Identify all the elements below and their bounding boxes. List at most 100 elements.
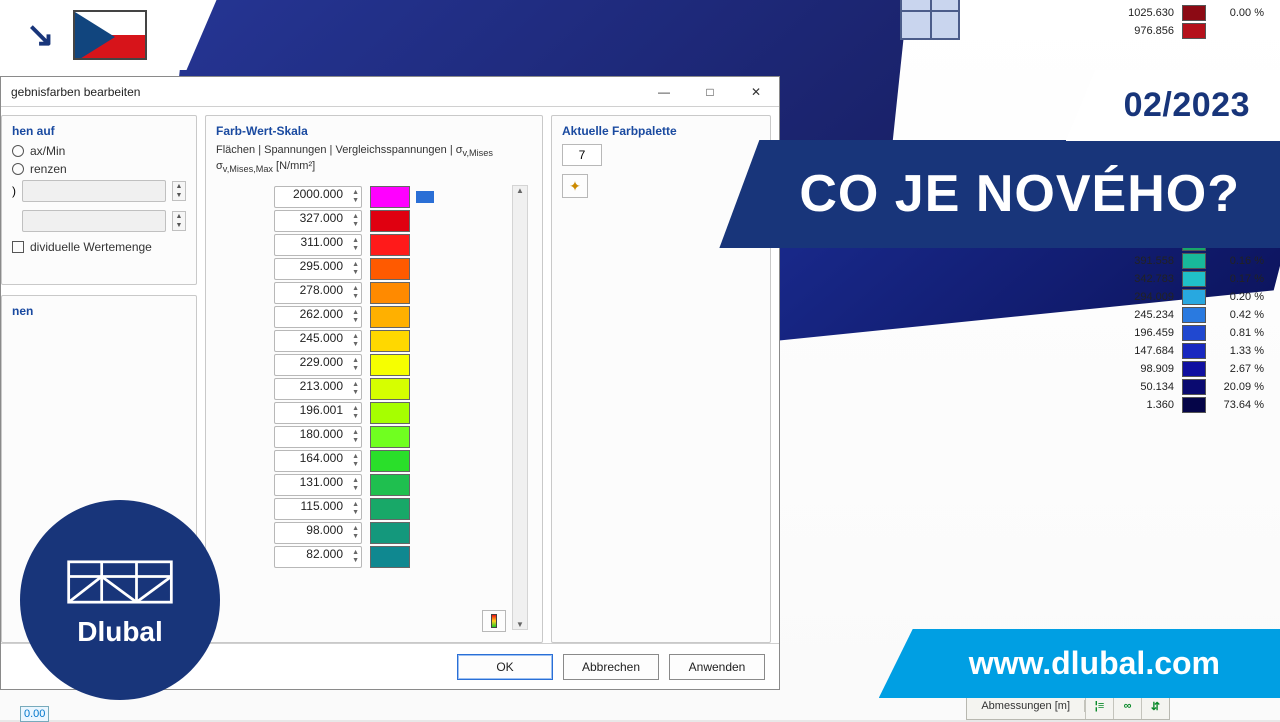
legend-row: 1.36073.64 % — [1034, 396, 1264, 414]
color-swatch[interactable] — [370, 498, 410, 520]
scale-row: 196.001▲▼ — [274, 401, 474, 425]
scale-row: 278.000▲▼ — [274, 281, 474, 305]
spinner-arrows[interactable]: ▲▼ — [347, 476, 359, 494]
scale-value-input[interactable]: 262.000▲▼ — [274, 306, 362, 328]
color-swatch[interactable] — [370, 378, 410, 400]
scale-row: 245.000▲▼ — [274, 329, 474, 353]
scale-value-input[interactable]: 295.000▲▼ — [274, 258, 362, 280]
legend-percent: 0.00 % — [1214, 7, 1264, 19]
scale-value-input[interactable]: 180.000▲▼ — [274, 426, 362, 448]
legend-row: 98.9092.67 % — [1034, 360, 1264, 378]
legend-swatch — [1182, 23, 1206, 39]
legend-value: 245.234 — [1104, 309, 1174, 321]
scale-value-input[interactable]: 82.000▲▼ — [274, 546, 362, 568]
legend-percent: 0.42 % — [1214, 309, 1264, 321]
legend-row: 1025.6300.00 % — [1034, 4, 1264, 22]
color-swatch[interactable] — [370, 186, 410, 208]
spinner-arrows[interactable]: ▲▼ — [347, 428, 359, 446]
scale-value-input[interactable]: 115.000▲▼ — [274, 498, 362, 520]
scale-row: 213.000▲▼ — [274, 377, 474, 401]
checkbox-individual-values[interactable]: dividuelle Wertemenge — [12, 240, 186, 254]
legend-swatch — [1182, 325, 1206, 341]
color-swatch[interactable] — [370, 234, 410, 256]
legend-row: 342.7830.17 % — [1034, 270, 1264, 288]
scale-tool-button[interactable] — [482, 610, 506, 632]
window-maximize-button[interactable]: □ — [687, 77, 733, 107]
color-swatch[interactable] — [370, 546, 410, 568]
radio-grenzen[interactable]: renzen — [12, 162, 186, 176]
scale-cursor-icon — [416, 191, 434, 203]
legend-row: 147.6841.33 % — [1034, 342, 1264, 360]
scale-value-input[interactable]: 311.000▲▼ — [274, 234, 362, 256]
scale-row: 131.000▲▼ — [274, 473, 474, 497]
color-value-scale-panel: Farb-Wert-Skala Flächen | Spannungen | V… — [205, 115, 543, 643]
spinner-arrows[interactable]: ▲▼ — [172, 181, 186, 201]
spinner-arrows[interactable]: ▲▼ — [347, 260, 359, 278]
spinner-arrows[interactable]: ▲▼ — [347, 284, 359, 302]
color-swatch[interactable] — [370, 522, 410, 544]
color-swatch[interactable] — [370, 282, 410, 304]
spinner-arrows[interactable]: ▲▼ — [347, 332, 359, 350]
new-palette-button[interactable]: ✦ — [562, 174, 588, 198]
spinner-arrows[interactable]: ▲▼ — [347, 308, 359, 326]
palette-count-input[interactable]: 7 — [562, 144, 602, 166]
scale-value-input[interactable]: 213.000▲▼ — [274, 378, 362, 400]
color-swatch[interactable] — [370, 306, 410, 328]
color-swatch[interactable] — [370, 474, 410, 496]
window-close-button[interactable]: ✕ — [733, 77, 779, 107]
view-cube[interactable] — [900, 0, 960, 40]
color-swatch[interactable] — [370, 258, 410, 280]
spinner-arrows[interactable]: ▲▼ — [347, 404, 359, 422]
legend-swatch — [1182, 271, 1206, 287]
cancel-button[interactable]: Abbrechen — [563, 654, 659, 680]
scale-value-input[interactable]: 229.000▲▼ — [274, 354, 362, 376]
reference-panel: hen auf ax/Min renzen ) ▲▼ ) ▲▼ dividuel… — [1, 115, 197, 285]
spinner-arrows[interactable]: ▲▼ — [347, 212, 359, 230]
scale-value-input[interactable]: 131.000▲▼ — [274, 474, 362, 496]
scale-value-input[interactable]: 196.001▲▼ — [274, 402, 362, 424]
scale-value-input[interactable]: 327.000▲▼ — [274, 210, 362, 232]
field-label: ) — [12, 184, 16, 198]
apply-button[interactable]: Anwenden — [669, 654, 765, 680]
scale-row: 311.000▲▼ — [274, 233, 474, 257]
spinner-arrows[interactable]: ▲▼ — [347, 236, 359, 254]
color-swatch[interactable] — [370, 450, 410, 472]
window-minimize-button[interactable]: — — [641, 77, 687, 107]
locale-tab: ↘ — [0, 0, 217, 70]
spinner-arrows[interactable]: ▲▼ — [347, 380, 359, 398]
radio-maxmin[interactable]: ax/Min — [12, 144, 186, 158]
scale-row: 262.000▲▼ — [274, 305, 474, 329]
scale-value-input[interactable]: 164.000▲▼ — [274, 450, 362, 472]
scrollbar[interactable] — [512, 185, 528, 630]
legend-value: 147.684 — [1104, 345, 1174, 357]
spinner-arrows[interactable]: ▲▼ — [347, 356, 359, 374]
limit-input[interactable] — [22, 180, 166, 202]
spinner-arrows[interactable]: ▲▼ — [347, 548, 359, 566]
spinner-arrows[interactable]: ▲▼ — [172, 211, 186, 231]
dimensions-label: Abmessungen [m] — [967, 700, 1085, 712]
url-banner: www.dlubal.com — [879, 629, 1280, 698]
legend-swatch — [1182, 361, 1206, 377]
panel-heading: nen — [12, 304, 186, 318]
scale-row: 2000.000▲▼ — [274, 185, 474, 209]
sparkle-icon: ✦ — [569, 178, 581, 195]
spinner-arrows[interactable]: ▲▼ — [347, 188, 359, 206]
color-swatch[interactable] — [370, 330, 410, 352]
ok-button[interactable]: OK — [457, 654, 553, 680]
dialog-titlebar[interactable]: gebnisfarben bearbeiten — □ ✕ — [1, 77, 779, 107]
color-swatch[interactable] — [370, 210, 410, 232]
scale-value-input[interactable]: 98.000▲▼ — [274, 522, 362, 544]
scale-value-input[interactable]: 245.000▲▼ — [274, 330, 362, 352]
legend-value: 98.909 — [1104, 363, 1174, 375]
spinner-arrows[interactable]: ▲▼ — [347, 452, 359, 470]
color-swatch[interactable] — [370, 402, 410, 424]
spinner-arrows[interactable]: ▲▼ — [347, 500, 359, 518]
legend-percent: 0.17 % — [1214, 273, 1264, 285]
color-swatch[interactable] — [370, 354, 410, 376]
date-tab: 02/2023 — [1066, 70, 1280, 141]
scale-value-input[interactable]: 278.000▲▼ — [274, 282, 362, 304]
limit-input[interactable] — [22, 210, 166, 232]
spinner-arrows[interactable]: ▲▼ — [347, 524, 359, 542]
color-swatch[interactable] — [370, 426, 410, 448]
scale-value-input[interactable]: 2000.000▲▼ — [274, 186, 362, 208]
